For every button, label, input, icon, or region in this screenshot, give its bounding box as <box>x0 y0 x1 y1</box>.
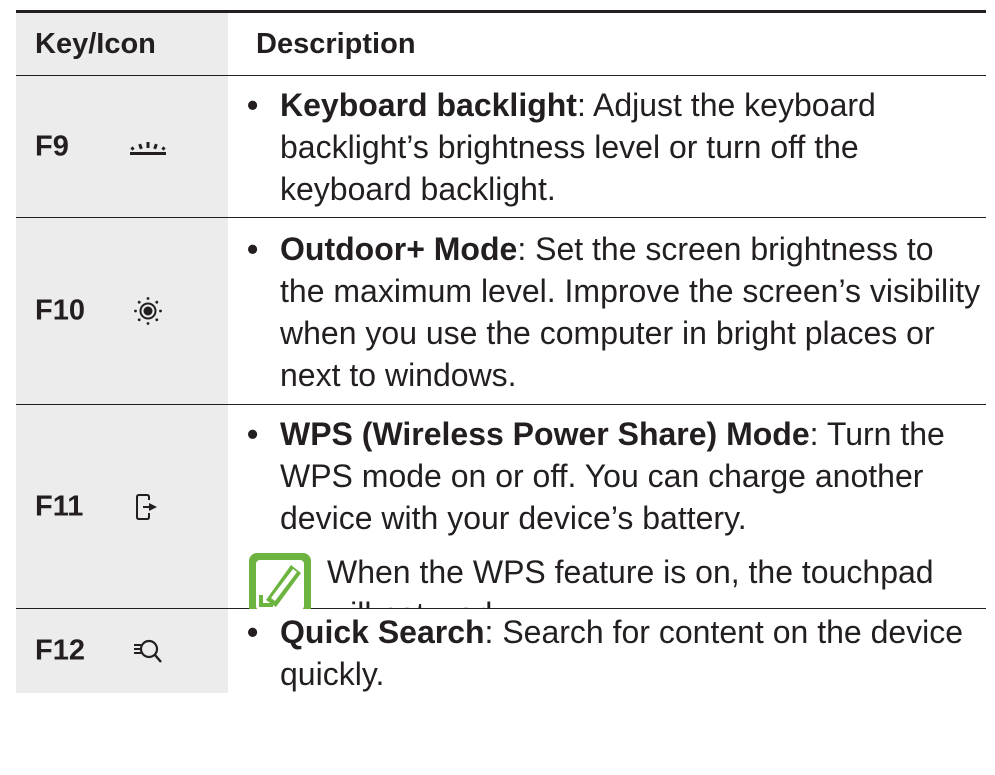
bullet-text: WPS (Wireless Power Share) Mode: Turn th… <box>280 413 986 539</box>
bullet-text: Outdoor+ Mode: Set the screen brightness… <box>280 228 986 396</box>
table-row: F12 • Quick Search: Search for content o… <box>16 609 986 693</box>
table-row: F10 • Outdoor+ Mode: Set the screen brig… <box>16 218 986 405</box>
bullet-item: • Outdoor+ Mode: Set the screen brightne… <box>243 228 986 396</box>
key-cell: F9 <box>16 76 228 217</box>
key-cell: F12 <box>16 609 228 693</box>
bullet-mark: • <box>247 87 259 123</box>
header-description: Description <box>228 13 986 75</box>
description-cell: • Outdoor+ Mode: Set the screen brightne… <box>228 218 986 404</box>
bullet-mark: • <box>247 231 259 267</box>
bullet-item: • Quick Search: Search for content on th… <box>243 611 986 695</box>
description-cell: • Quick Search: Search for content on th… <box>228 609 986 693</box>
feature-name: Keyboard backlight <box>280 87 577 123</box>
key-label: F10 <box>35 294 85 327</box>
header-key-icon: Key/Icon <box>16 13 228 75</box>
table-row: F9 • Keyboard backlight: Adjust the keyb… <box>16 76 986 218</box>
bullet-mark: • <box>247 416 259 452</box>
quick-search-icon <box>128 633 168 669</box>
bullet-text: Keyboard backlight: Adjust the keyboard … <box>280 84 986 210</box>
wireless-power-share-icon <box>128 489 168 525</box>
key-label: F11 <box>35 490 84 522</box>
description-cell: • WPS (Wireless Power Share) Mode: Turn … <box>228 405 986 632</box>
key-label: F9 <box>35 130 69 162</box>
bullet-item: • WPS (Wireless Power Share) Mode: Turn … <box>243 413 986 539</box>
key-label: F12 <box>35 634 85 667</box>
feature-name: Quick Search <box>280 614 485 650</box>
bullet-mark: • <box>247 614 259 650</box>
key-cell: F11 <box>16 405 228 608</box>
key-cell: F10 <box>16 218 228 404</box>
bullet-item: • Keyboard backlight: Adjust the keyboar… <box>243 84 986 210</box>
bullet-text: Quick Search: Search for content on the … <box>280 611 986 695</box>
feature-name: WPS (Wireless Power Share) Mode <box>280 416 810 452</box>
function-keys-table: Key/Icon Description F9 • Keyboard backl… <box>16 10 986 693</box>
table-row: F11 • WPS (Wireless Power Share) Mode: T… <box>16 405 986 632</box>
keyboard-backlight-icon <box>128 129 168 165</box>
feature-name: Outdoor+ Mode <box>280 231 518 267</box>
description-cell: • Keyboard backlight: Adjust the keyboar… <box>228 76 986 217</box>
table-header-row: Key/Icon Description <box>16 13 986 76</box>
outdoor-brightness-icon <box>128 293 168 329</box>
